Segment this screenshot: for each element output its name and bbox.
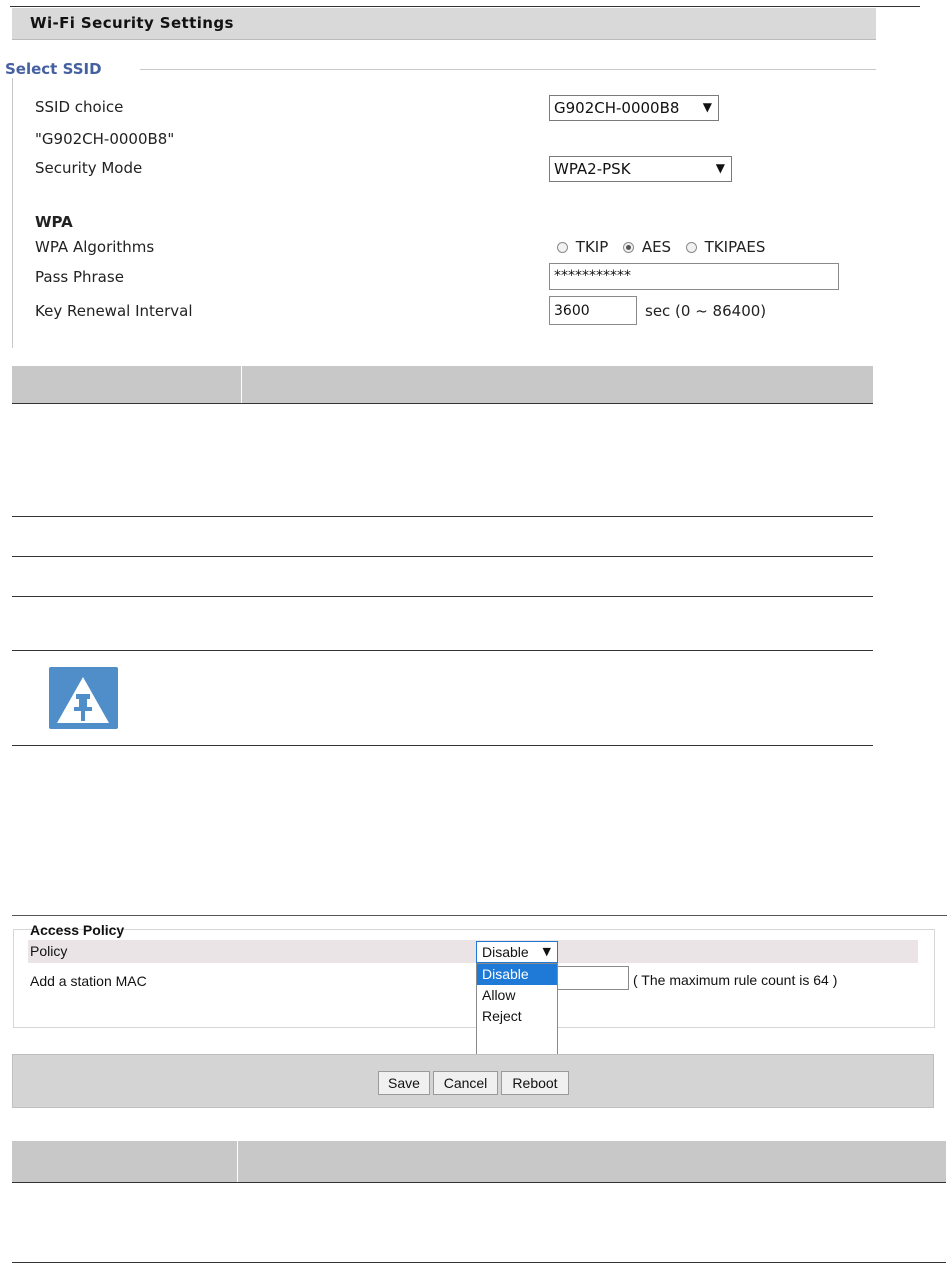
radio-aes-label: AES — [641, 238, 672, 256]
param-table-2-rule — [12, 1182, 946, 1183]
param-table-rule — [12, 650, 873, 651]
security-mode-select[interactable]: WPA2-PSK ▼ — [549, 156, 732, 182]
key-renewal-value: 3600 — [554, 303, 590, 319]
ssid-choice-label: SSID choice — [35, 98, 124, 116]
param-table-rule — [12, 596, 873, 597]
chevron-down-icon: ▼ — [715, 161, 725, 175]
param-table-rule — [12, 556, 873, 557]
radio-aes[interactable] — [623, 242, 635, 253]
wpa-algorithms-label: WPA Algorithms — [35, 238, 155, 256]
policy-option-allow[interactable]: Allow — [477, 985, 557, 1006]
param-table-2-header-divider — [237, 1141, 238, 1182]
ssid-choice-value: G902CH-0000B8 — [554, 99, 680, 117]
policy-select[interactable]: Disable ▼ — [476, 941, 558, 963]
max-rule-note: ( The maximum rule count is 64 ) — [633, 972, 838, 988]
param-table-rule — [12, 516, 873, 517]
policy-row — [28, 940, 918, 963]
radio-tkipaes-label: TKIPAES — [704, 238, 766, 256]
param-table-rule — [12, 403, 873, 404]
add-station-mac-label: Add a station MAC — [30, 973, 147, 989]
pass-phrase-input[interactable]: *********** — [549, 263, 839, 290]
note-bottom-rule — [12, 745, 873, 746]
pass-phrase-value: *********** — [554, 268, 631, 284]
wpa-heading: WPA — [35, 213, 73, 231]
policy-option-disable[interactable]: Disable — [477, 964, 557, 985]
key-renewal-unit: sec (0 ~ 86400) — [645, 302, 767, 320]
pushpin-note-icon-graphic — [57, 677, 109, 723]
save-button[interactable]: Save — [378, 1071, 430, 1095]
policy-option-reject[interactable]: Reject — [477, 1006, 557, 1027]
radio-tkip[interactable] — [557, 242, 568, 253]
radio-tkip-label: TKIP — [575, 238, 609, 256]
radio-tkipaes[interactable] — [685, 242, 697, 253]
ssid-choice-select[interactable]: G902CH-0000B8 ▼ — [549, 95, 719, 121]
key-renewal-label: Key Renewal Interval — [35, 302, 193, 320]
policy-label: Policy — [30, 943, 68, 959]
param-table-header-divider — [241, 366, 242, 403]
security-mode-label: Security Mode — [35, 159, 143, 177]
fieldset-left-border — [12, 78, 13, 348]
chevron-down-icon: ▼ — [542, 945, 551, 958]
access-policy-heading: Access Policy — [30, 922, 125, 938]
ssid-name-display: "G902CH-0000B8" — [35, 130, 175, 148]
wpa-algorithms-group: TKIP AES TKIPAES — [557, 238, 765, 256]
param-table-2-rule — [12, 1262, 946, 1263]
policy-dropdown-list: Disable Allow Reject — [476, 963, 558, 1055]
key-renewal-input[interactable]: 3600 — [549, 296, 637, 325]
security-mode-value: WPA2-PSK — [554, 160, 631, 178]
policy-select-value: Disable — [482, 944, 529, 960]
param-table-2-header — [12, 1141, 946, 1182]
access-policy-top-rule — [12, 915, 947, 916]
reboot-button[interactable]: Reboot — [501, 1071, 569, 1095]
param-table-header — [12, 366, 873, 403]
chevron-down-icon: ▼ — [702, 100, 712, 114]
pushpin-note-icon — [49, 667, 118, 729]
cancel-button[interactable]: Cancel — [433, 1071, 498, 1095]
pass-phrase-label: Pass Phrase — [35, 268, 124, 286]
wifi-security-header: Wi-Fi Security Settings — [12, 8, 876, 40]
page-title: Wi-Fi Security Settings — [30, 14, 234, 32]
top-rule — [10, 6, 920, 7]
fieldset-top-border — [140, 69, 876, 70]
select-ssid-legend: Select SSID — [5, 60, 102, 78]
